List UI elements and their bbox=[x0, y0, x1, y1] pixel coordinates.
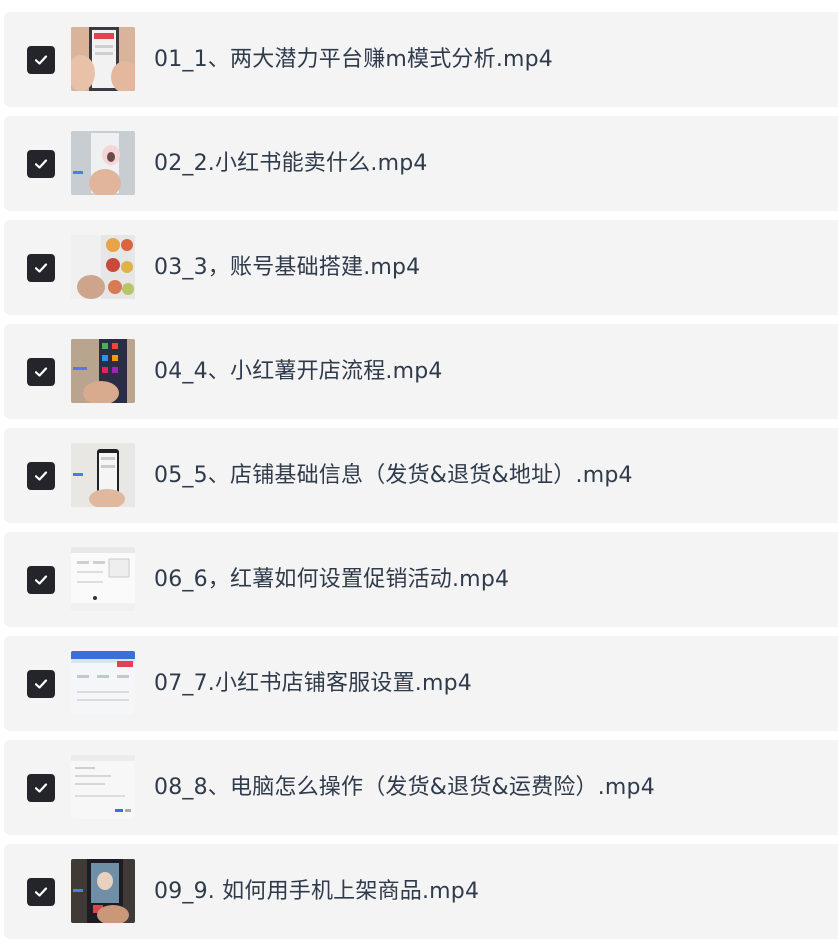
checkmark-icon bbox=[34, 575, 48, 585]
file-row[interactable]: 09_9. 如何用手机上架商品.mp4 bbox=[4, 844, 838, 939]
checkmark-icon bbox=[34, 55, 48, 65]
file-name: 04_4、小红薯开店流程.mp4 bbox=[154, 359, 443, 384]
file-row[interactable]: 05_5、店铺基础信息（发货&退货&地址）.mp4 bbox=[4, 428, 838, 523]
video-thumbnail bbox=[71, 547, 135, 611]
video-thumbnail bbox=[71, 27, 135, 91]
file-name: 02_2.小红书能卖什么.mp4 bbox=[154, 151, 428, 176]
file-row[interactable]: 01_1、两大潜力平台赚m模式分析.mp4 bbox=[4, 12, 838, 107]
checkbox-checked[interactable] bbox=[27, 150, 55, 178]
file-name: 09_9. 如何用手机上架商品.mp4 bbox=[154, 879, 480, 904]
checkbox-checked[interactable] bbox=[27, 566, 55, 594]
checkmark-icon bbox=[34, 887, 48, 897]
video-thumbnail bbox=[71, 235, 135, 299]
checkmark-icon bbox=[34, 679, 48, 689]
checkmark-icon bbox=[34, 159, 48, 169]
file-row[interactable]: 07_7.小红书店铺客服设置.mp4 bbox=[4, 636, 838, 731]
checkbox-checked[interactable] bbox=[27, 358, 55, 386]
file-name: 05_5、店铺基础信息（发货&退货&地址）.mp4 bbox=[154, 463, 633, 488]
file-list: 01_1、两大潜力平台赚m模式分析.mp4 02_2.小红书能卖什么.mp4 0… bbox=[0, 0, 838, 944]
checkmark-icon bbox=[34, 471, 48, 481]
file-row[interactable]: 02_2.小红书能卖什么.mp4 bbox=[4, 116, 838, 211]
video-thumbnail bbox=[71, 131, 135, 195]
checkmark-icon bbox=[34, 367, 48, 377]
video-thumbnail bbox=[71, 859, 135, 923]
file-row[interactable]: 06_6，红薯如何设置促销活动.mp4 bbox=[4, 532, 838, 627]
file-name: 07_7.小红书店铺客服设置.mp4 bbox=[154, 671, 472, 696]
video-thumbnail bbox=[71, 339, 135, 403]
file-row[interactable]: 08_8、电脑怎么操作（发货&退货&运费险）.mp4 bbox=[4, 740, 838, 835]
checkbox-checked[interactable] bbox=[27, 670, 55, 698]
video-thumbnail bbox=[71, 755, 135, 819]
checkbox-checked[interactable] bbox=[27, 254, 55, 282]
checkbox-checked[interactable] bbox=[27, 462, 55, 490]
checkbox-checked[interactable] bbox=[27, 878, 55, 906]
file-name: 01_1、两大潜力平台赚m模式分析.mp4 bbox=[154, 47, 554, 72]
checkbox-checked[interactable] bbox=[27, 46, 55, 74]
file-name: 06_6，红薯如何设置促销活动.mp4 bbox=[154, 567, 510, 592]
file-row[interactable]: 04_4、小红薯开店流程.mp4 bbox=[4, 324, 838, 419]
file-row[interactable]: 03_3，账号基础搭建.mp4 bbox=[4, 220, 838, 315]
video-thumbnail bbox=[71, 651, 135, 715]
checkbox-checked[interactable] bbox=[27, 774, 55, 802]
checkmark-icon bbox=[34, 783, 48, 793]
video-thumbnail bbox=[71, 443, 135, 507]
checkmark-icon bbox=[34, 263, 48, 273]
file-name: 08_8、电脑怎么操作（发货&退货&运费险）.mp4 bbox=[154, 775, 655, 800]
file-name: 03_3，账号基础搭建.mp4 bbox=[154, 255, 421, 280]
